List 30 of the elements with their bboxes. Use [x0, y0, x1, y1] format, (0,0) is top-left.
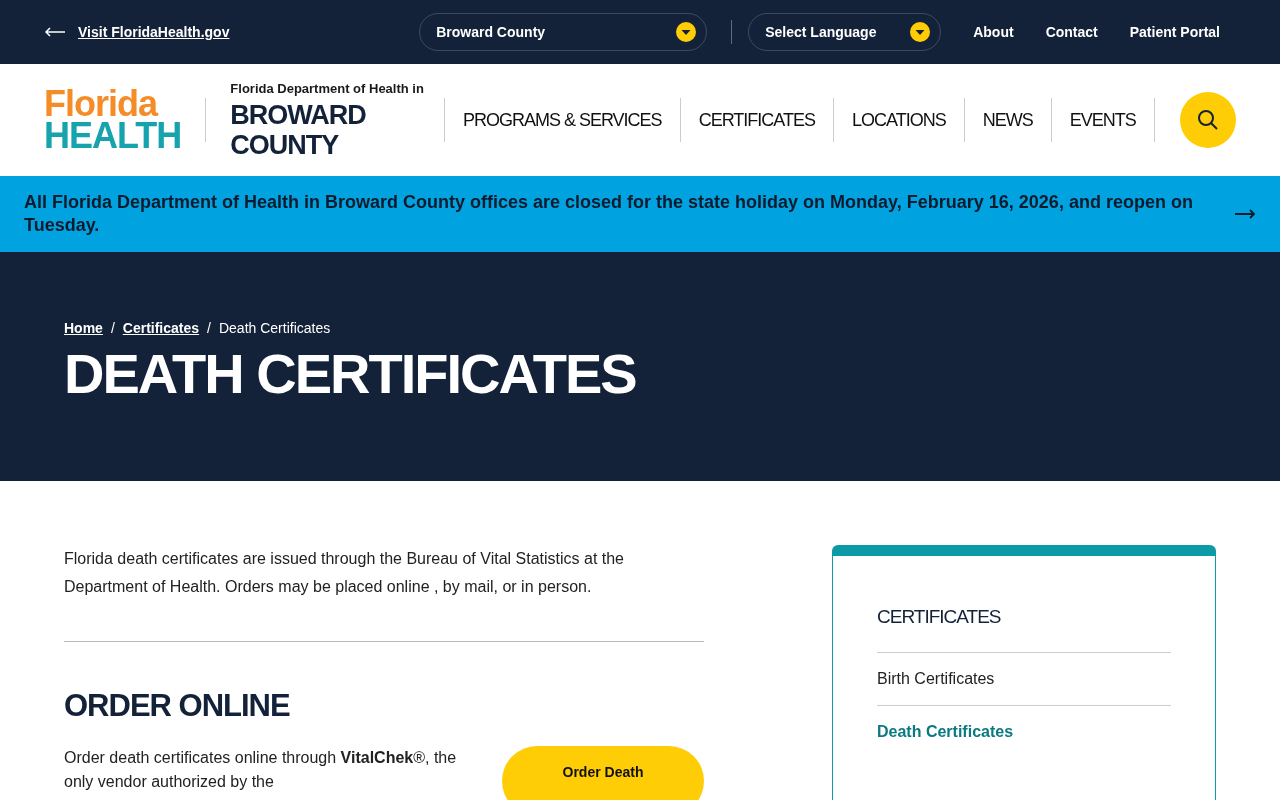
search-button[interactable]	[1180, 92, 1236, 148]
section-heading: ORDER ONLINE	[64, 688, 291, 724]
section-text: Order death certificates online through VitalChek®, the only vendor authorized by the	[64, 748, 458, 792]
utility-link[interactable]: Patient Portal	[1129, 24, 1220, 40]
back-link[interactable]: Visit FloridaHealth.gov	[78, 24, 230, 40]
nav-link[interactable]: EVENTS	[1050, 98, 1155, 142]
breadcrumb-current: Death Certificates	[218, 320, 331, 336]
breadcrumb-separator: /	[207, 320, 211, 336]
intro-text: Florida death certificates are issued through the Bureau of Vital Statistics at the Department of Health. Orders may be placed online , by mail, or in person.	[64, 549, 625, 597]
page-title: DEATH CERTIFICATES	[64, 342, 637, 406]
nav-link[interactable]: CERTIFICATES	[679, 98, 833, 142]
breadcrumb-link[interactable]: Home	[64, 320, 103, 336]
sidebar-link[interactable]: Birth Certificates	[877, 652, 1171, 705]
breadcrumb-separator: /	[110, 320, 115, 336]
right-arrow-icon[interactable]	[1234, 208, 1256, 220]
caret-icon	[910, 22, 931, 42]
search-icon	[1197, 109, 1219, 131]
utility-link[interactable]: About	[973, 24, 1014, 40]
utility-link[interactable]: Contact	[1045, 24, 1098, 40]
nav-link[interactable]: NEWS	[963, 98, 1051, 142]
sidebar-link[interactable]: Death Certificates	[877, 705, 1171, 758]
nav-link[interactable]: LOCATIONS	[833, 98, 964, 142]
order-button[interactable]: Order Death	[502, 746, 704, 800]
left-arrow-icon	[44, 27, 66, 37]
sidebar-heading: CERTIFICATES	[877, 606, 1002, 628]
site-title: BROWARD COUNTY	[230, 99, 367, 160]
nav-link[interactable]: PROGRAMS & SERVICES	[443, 98, 680, 142]
caret-icon	[676, 22, 697, 42]
breadcrumb-link[interactable]: Certificates	[122, 320, 200, 336]
site-subtitle: Florida Department of Health in	[230, 80, 424, 96]
